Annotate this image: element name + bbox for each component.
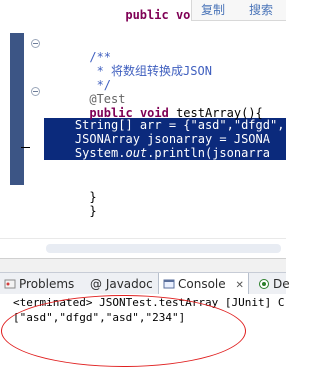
tab-console[interactable]: Console ✕	[158, 273, 249, 295]
code-editor[interactable]: public void testArra... /** * 将数组转换成JSON…	[0, 0, 286, 258]
code-line: public void testArray(){	[89, 106, 263, 120]
tab-javadoc[interactable]: @ Javadoc	[90, 273, 153, 295]
selected-code-line: System.out.println(jsonarra	[46, 146, 270, 160]
selection-popup: 复制 搜索	[191, 0, 286, 21]
bottom-view-tabs: Problems @ Javadoc Console ✕ De	[0, 272, 290, 296]
declaration-icon	[259, 279, 269, 289]
scrollbar-thumb[interactable]	[46, 244, 281, 253]
tab-javadoc-label: @ Javadoc	[90, 277, 153, 291]
console-icon	[163, 279, 175, 289]
tab-console-label: Console	[178, 277, 226, 291]
problems-icon	[4, 279, 16, 289]
red-annotation-circle	[1, 295, 246, 367]
search-button[interactable]: 搜索	[249, 1, 273, 19]
class-close-brace: }	[89, 204, 97, 218]
tab-declaration[interactable]: De	[258, 273, 290, 295]
code-text[interactable]: public void testArra... /** * 将数组转换成JSON…	[0, 0, 286, 258]
panel-divider[interactable]	[0, 258, 286, 273]
horizontal-scrollbar[interactable]	[0, 238, 286, 258]
copy-button[interactable]: 复制	[201, 1, 225, 19]
tab-problems[interactable]: Problems	[4, 273, 74, 295]
tab-declaration-label: De	[273, 277, 290, 291]
tab-problems-label: Problems	[19, 277, 75, 291]
close-icon[interactable]: ✕	[235, 280, 243, 291]
code-line: }	[46, 187, 96, 218]
